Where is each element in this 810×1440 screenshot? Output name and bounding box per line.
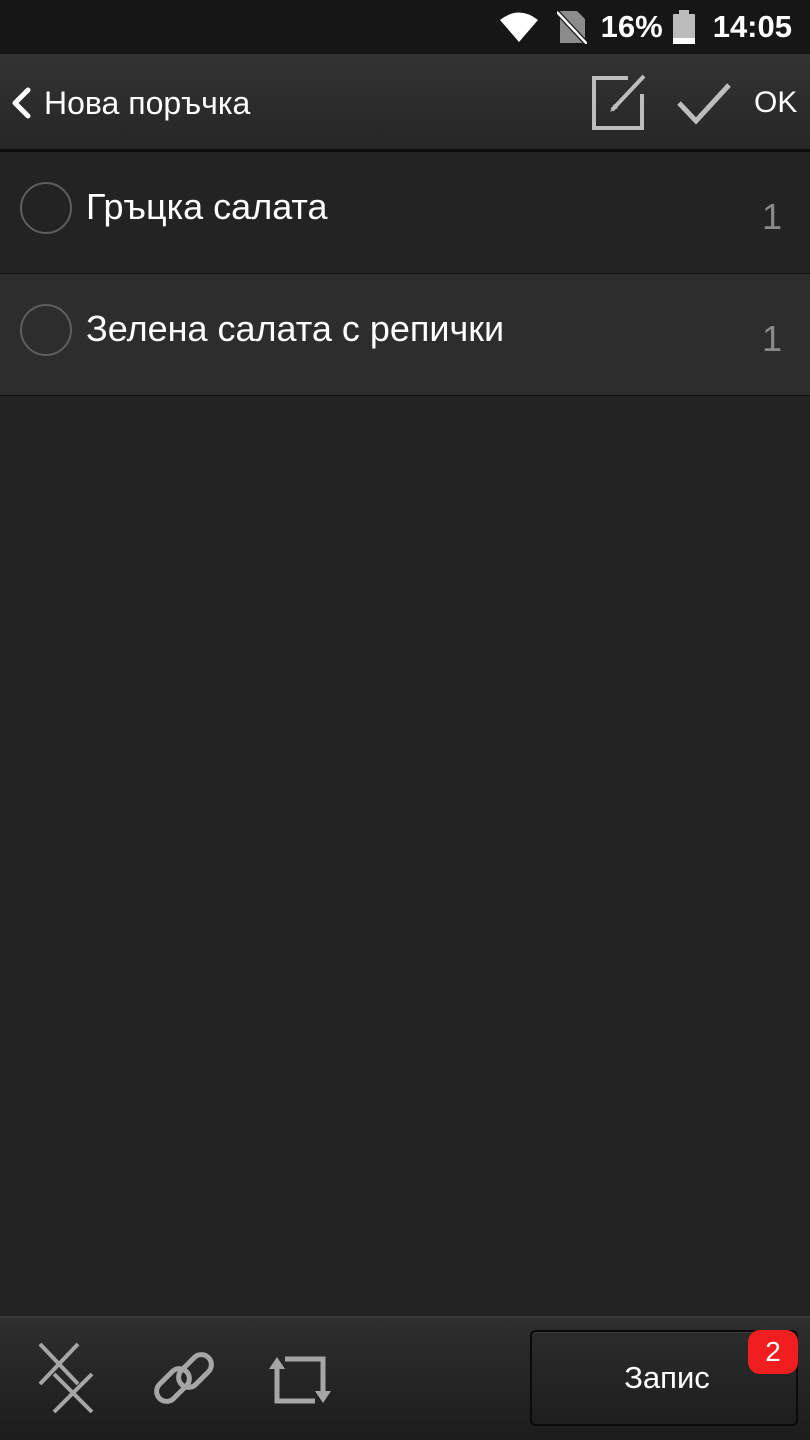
wifi-icon — [499, 11, 539, 43]
rotate-button[interactable] — [264, 1346, 336, 1414]
record-button[interactable]: Запис 2 — [530, 1330, 798, 1426]
chevron-left-icon — [10, 87, 32, 119]
order-items-list: Гръцка салата 1 Зелена салата с репички … — [0, 152, 810, 396]
status-bar: 16% 14:05 — [0, 0, 810, 54]
remove-items-icon — [34, 1340, 98, 1416]
item-radio[interactable] — [20, 182, 72, 234]
item-name: Зелена салата с репички — [86, 308, 505, 349]
battery-icon — [672, 10, 695, 44]
rotate-icon — [269, 1351, 331, 1409]
item-quantity: 1 — [761, 196, 782, 237]
link-button[interactable] — [148, 1342, 220, 1414]
item-radio[interactable] — [20, 304, 72, 356]
item-name: Гръцка салата — [86, 186, 328, 227]
order-item[interactable]: Зелена салата с репички 1 — [0, 274, 810, 396]
action-bar: Нова поръчка OK — [0, 54, 810, 152]
record-label: Запис — [624, 1360, 710, 1395]
item-quantity: 1 — [761, 318, 782, 359]
battery-percent: 16% — [600, 9, 663, 44]
edit-note-button[interactable] — [584, 68, 652, 136]
link-icon — [151, 1345, 217, 1411]
order-item[interactable]: Гръцка салата 1 — [0, 152, 810, 274]
no-sim-icon — [556, 10, 587, 44]
back-button[interactable]: Нова поръчка — [0, 54, 300, 152]
remove-items-button[interactable] — [30, 1338, 102, 1418]
app-screen: 16% 14:05 Нова поръчка OK Гръцка салата … — [0, 0, 810, 1440]
checkmark-icon — [676, 81, 732, 125]
edit-note-icon — [588, 72, 648, 132]
ok-label: OK — [754, 86, 798, 119]
items-count-badge: 2 — [748, 1330, 798, 1374]
bottom-toolbar: Запис 2 — [0, 1316, 810, 1440]
clock: 14:05 — [712, 9, 792, 44]
page-title: Нова поръчка — [44, 84, 251, 121]
ok-button[interactable]: OK — [670, 54, 810, 152]
